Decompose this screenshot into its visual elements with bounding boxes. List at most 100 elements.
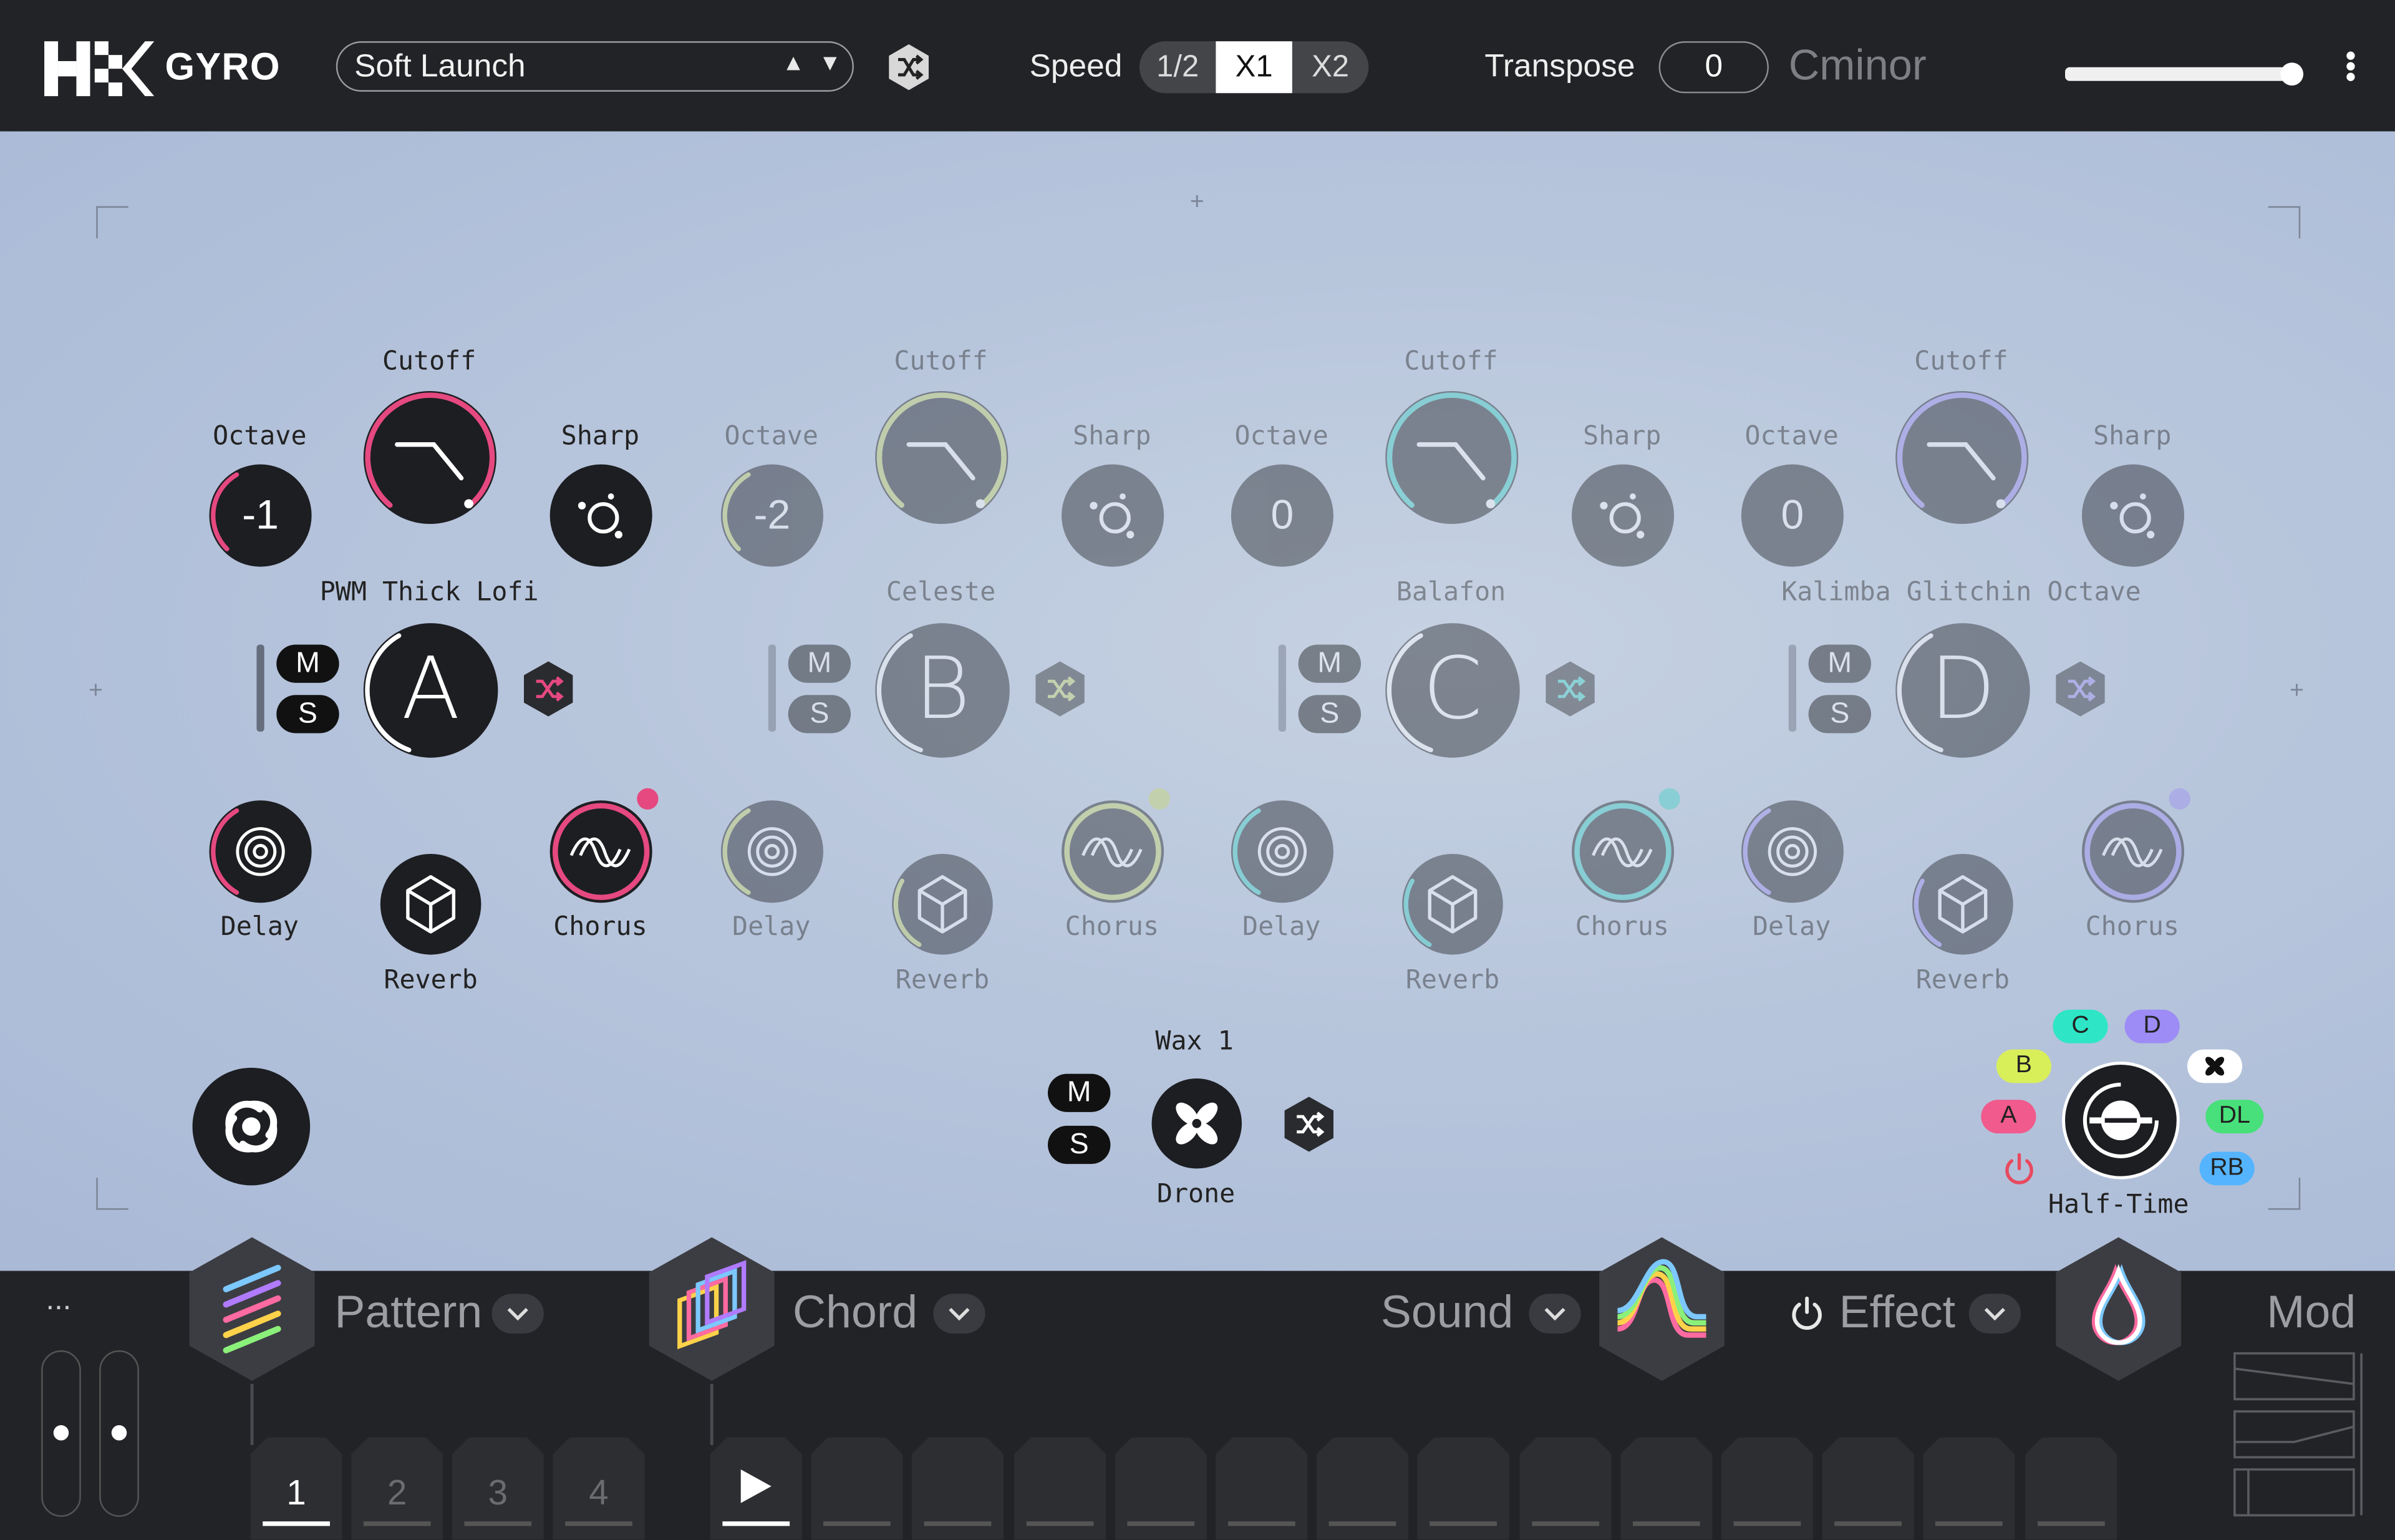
chord-step[interactable] bbox=[1720, 1436, 1815, 1540]
chord-step[interactable] bbox=[1517, 1436, 1612, 1540]
chord-step[interactable] bbox=[1416, 1436, 1511, 1540]
delay-knob[interactable] bbox=[720, 800, 824, 903]
speed-x1[interactable]: X1 bbox=[1216, 41, 1292, 94]
cutoff-knob[interactable] bbox=[1385, 390, 1519, 525]
layer-randomize-icon[interactable] bbox=[1031, 660, 1089, 718]
effect-section-label[interactable]: Effect bbox=[1839, 1287, 1956, 1339]
pattern-section-label[interactable]: Pattern bbox=[334, 1287, 482, 1339]
reverb-knob[interactable] bbox=[380, 853, 481, 955]
drone-knob[interactable] bbox=[1151, 1078, 1242, 1169]
core-spiral-button[interactable] bbox=[192, 1067, 311, 1186]
mute-button[interactable]: M bbox=[276, 644, 339, 683]
effect-target-b[interactable]: B bbox=[1996, 1049, 2051, 1083]
octave-knob[interactable]: -1 bbox=[209, 464, 312, 567]
transpose-value[interactable]: 0 bbox=[1658, 41, 1769, 94]
layer-volume-strip[interactable] bbox=[768, 644, 777, 732]
slider-handle[interactable] bbox=[111, 1425, 127, 1441]
delay-knob[interactable] bbox=[1231, 800, 1333, 903]
delay-knob[interactable] bbox=[1741, 800, 1844, 903]
effect-dropdown[interactable] bbox=[1968, 1294, 2021, 1334]
solo-button[interactable]: S bbox=[1808, 695, 1872, 734]
cutoff-knob[interactable] bbox=[363, 390, 496, 525]
chord-dropdown[interactable] bbox=[933, 1294, 985, 1334]
chord-step[interactable] bbox=[1214, 1436, 1309, 1540]
sharp-knob[interactable] bbox=[2081, 464, 2185, 567]
cutoff-knob[interactable] bbox=[875, 390, 1009, 525]
pattern-slot-2[interactable]: 2 bbox=[350, 1436, 445, 1540]
mod-section-label[interactable]: Mod bbox=[2267, 1287, 2356, 1339]
effect-target-rb[interactable]: RB bbox=[2199, 1151, 2255, 1186]
mute-button[interactable]: M bbox=[1298, 644, 1362, 683]
mod-lanes-icon[interactable] bbox=[2233, 1350, 2364, 1524]
chord-section-label[interactable]: Chord bbox=[793, 1287, 917, 1339]
effect-target-dl[interactable]: DL bbox=[2205, 1100, 2264, 1134]
more-menu-icon[interactable]: • • • bbox=[2340, 41, 2361, 93]
chorus-knob[interactable] bbox=[549, 800, 652, 903]
effect-power-icon[interactable] bbox=[1787, 1294, 1827, 1334]
chorus-knob[interactable] bbox=[1572, 800, 1675, 903]
solo-button[interactable]: S bbox=[1298, 695, 1362, 734]
half-time-knob[interactable] bbox=[2062, 1062, 2180, 1179]
chord-step[interactable] bbox=[1113, 1436, 1208, 1540]
sharp-knob[interactable] bbox=[1062, 464, 1164, 567]
sound-hex-icon[interactable] bbox=[1593, 1234, 1730, 1384]
speed-x2[interactable]: X2 bbox=[1292, 41, 1368, 93]
chord-step[interactable] bbox=[1922, 1436, 2017, 1540]
layer-b-knob[interactable]: B bbox=[875, 623, 1010, 758]
reverb-knob[interactable] bbox=[1912, 853, 2013, 955]
effect-hex-icon[interactable] bbox=[2050, 1234, 2187, 1384]
drone-solo-button[interactable]: S bbox=[1048, 1125, 1111, 1165]
pattern-dropdown[interactable] bbox=[491, 1294, 544, 1334]
slider-handle[interactable] bbox=[53, 1425, 69, 1441]
pattern-slot-1[interactable]: 1 bbox=[249, 1436, 344, 1540]
play-button[interactable] bbox=[709, 1436, 803, 1540]
master-volume-slider[interactable] bbox=[2065, 62, 2304, 86]
layer-randomize-icon[interactable] bbox=[2051, 660, 2109, 718]
macro-slider-1[interactable] bbox=[41, 1350, 81, 1517]
octave-knob[interactable]: 0 bbox=[1741, 464, 1844, 567]
layer-c-knob[interactable]: C bbox=[1385, 623, 1520, 758]
sound-section-label[interactable]: Sound bbox=[1381, 1287, 1513, 1339]
effect-target-d[interactable]: D bbox=[2124, 1009, 2180, 1044]
speed-half[interactable]: 1/2 bbox=[1139, 41, 1216, 93]
octave-knob[interactable]: 0 bbox=[1231, 464, 1333, 567]
reverb-knob[interactable] bbox=[1402, 853, 1503, 955]
delay-knob[interactable] bbox=[209, 800, 312, 903]
chord-step[interactable] bbox=[1821, 1436, 1916, 1540]
cutoff-knob[interactable] bbox=[1895, 390, 2029, 525]
layer-randomize-icon[interactable] bbox=[520, 660, 578, 718]
layer-volume-strip[interactable] bbox=[1278, 644, 1287, 732]
sharp-knob[interactable] bbox=[549, 464, 652, 567]
drone-mute-button[interactable]: M bbox=[1048, 1073, 1111, 1112]
layer-randomize-icon[interactable] bbox=[1541, 660, 1599, 718]
volume-handle[interactable] bbox=[2280, 62, 2304, 86]
preset-next-button[interactable]: ▼ bbox=[819, 51, 841, 77]
pattern-slot-3[interactable]: 3 bbox=[450, 1436, 545, 1540]
solo-button[interactable]: S bbox=[788, 695, 851, 734]
chord-step[interactable] bbox=[1618, 1436, 1713, 1540]
mute-button[interactable]: M bbox=[788, 644, 851, 683]
macro-slider-2[interactable] bbox=[99, 1350, 139, 1517]
layer-volume-strip[interactable] bbox=[256, 644, 264, 732]
chord-step[interactable] bbox=[1315, 1436, 1410, 1540]
bottom-menu-icon[interactable]: ... bbox=[46, 1283, 71, 1318]
pattern-slot-4[interactable]: 4 bbox=[551, 1436, 646, 1540]
effect-power-icon[interactable] bbox=[2000, 1150, 2039, 1190]
effect-target-c[interactable]: C bbox=[2053, 1009, 2108, 1044]
sharp-knob[interactable] bbox=[1572, 464, 1675, 567]
chord-hex-icon[interactable] bbox=[643, 1234, 780, 1384]
solo-button[interactable]: S bbox=[276, 695, 339, 734]
layer-a-knob[interactable]: A bbox=[363, 623, 498, 758]
drone-randomize-icon[interactable] bbox=[1280, 1095, 1338, 1153]
layer-volume-strip[interactable] bbox=[1788, 644, 1797, 732]
reverb-knob[interactable] bbox=[892, 853, 993, 955]
randomize-preset-icon[interactable] bbox=[884, 43, 933, 92]
chorus-knob[interactable] bbox=[2081, 800, 2185, 903]
effect-shuffle-pill[interactable] bbox=[2187, 1049, 2243, 1083]
sound-dropdown[interactable] bbox=[1529, 1294, 1581, 1334]
preset-selector[interactable]: Soft Launch ▲ ▼ bbox=[336, 41, 854, 92]
chord-step[interactable] bbox=[810, 1436, 904, 1540]
pattern-hex-icon[interactable] bbox=[183, 1234, 321, 1384]
preset-prev-button[interactable]: ▲ bbox=[782, 51, 805, 77]
octave-knob[interactable]: -2 bbox=[720, 464, 824, 567]
